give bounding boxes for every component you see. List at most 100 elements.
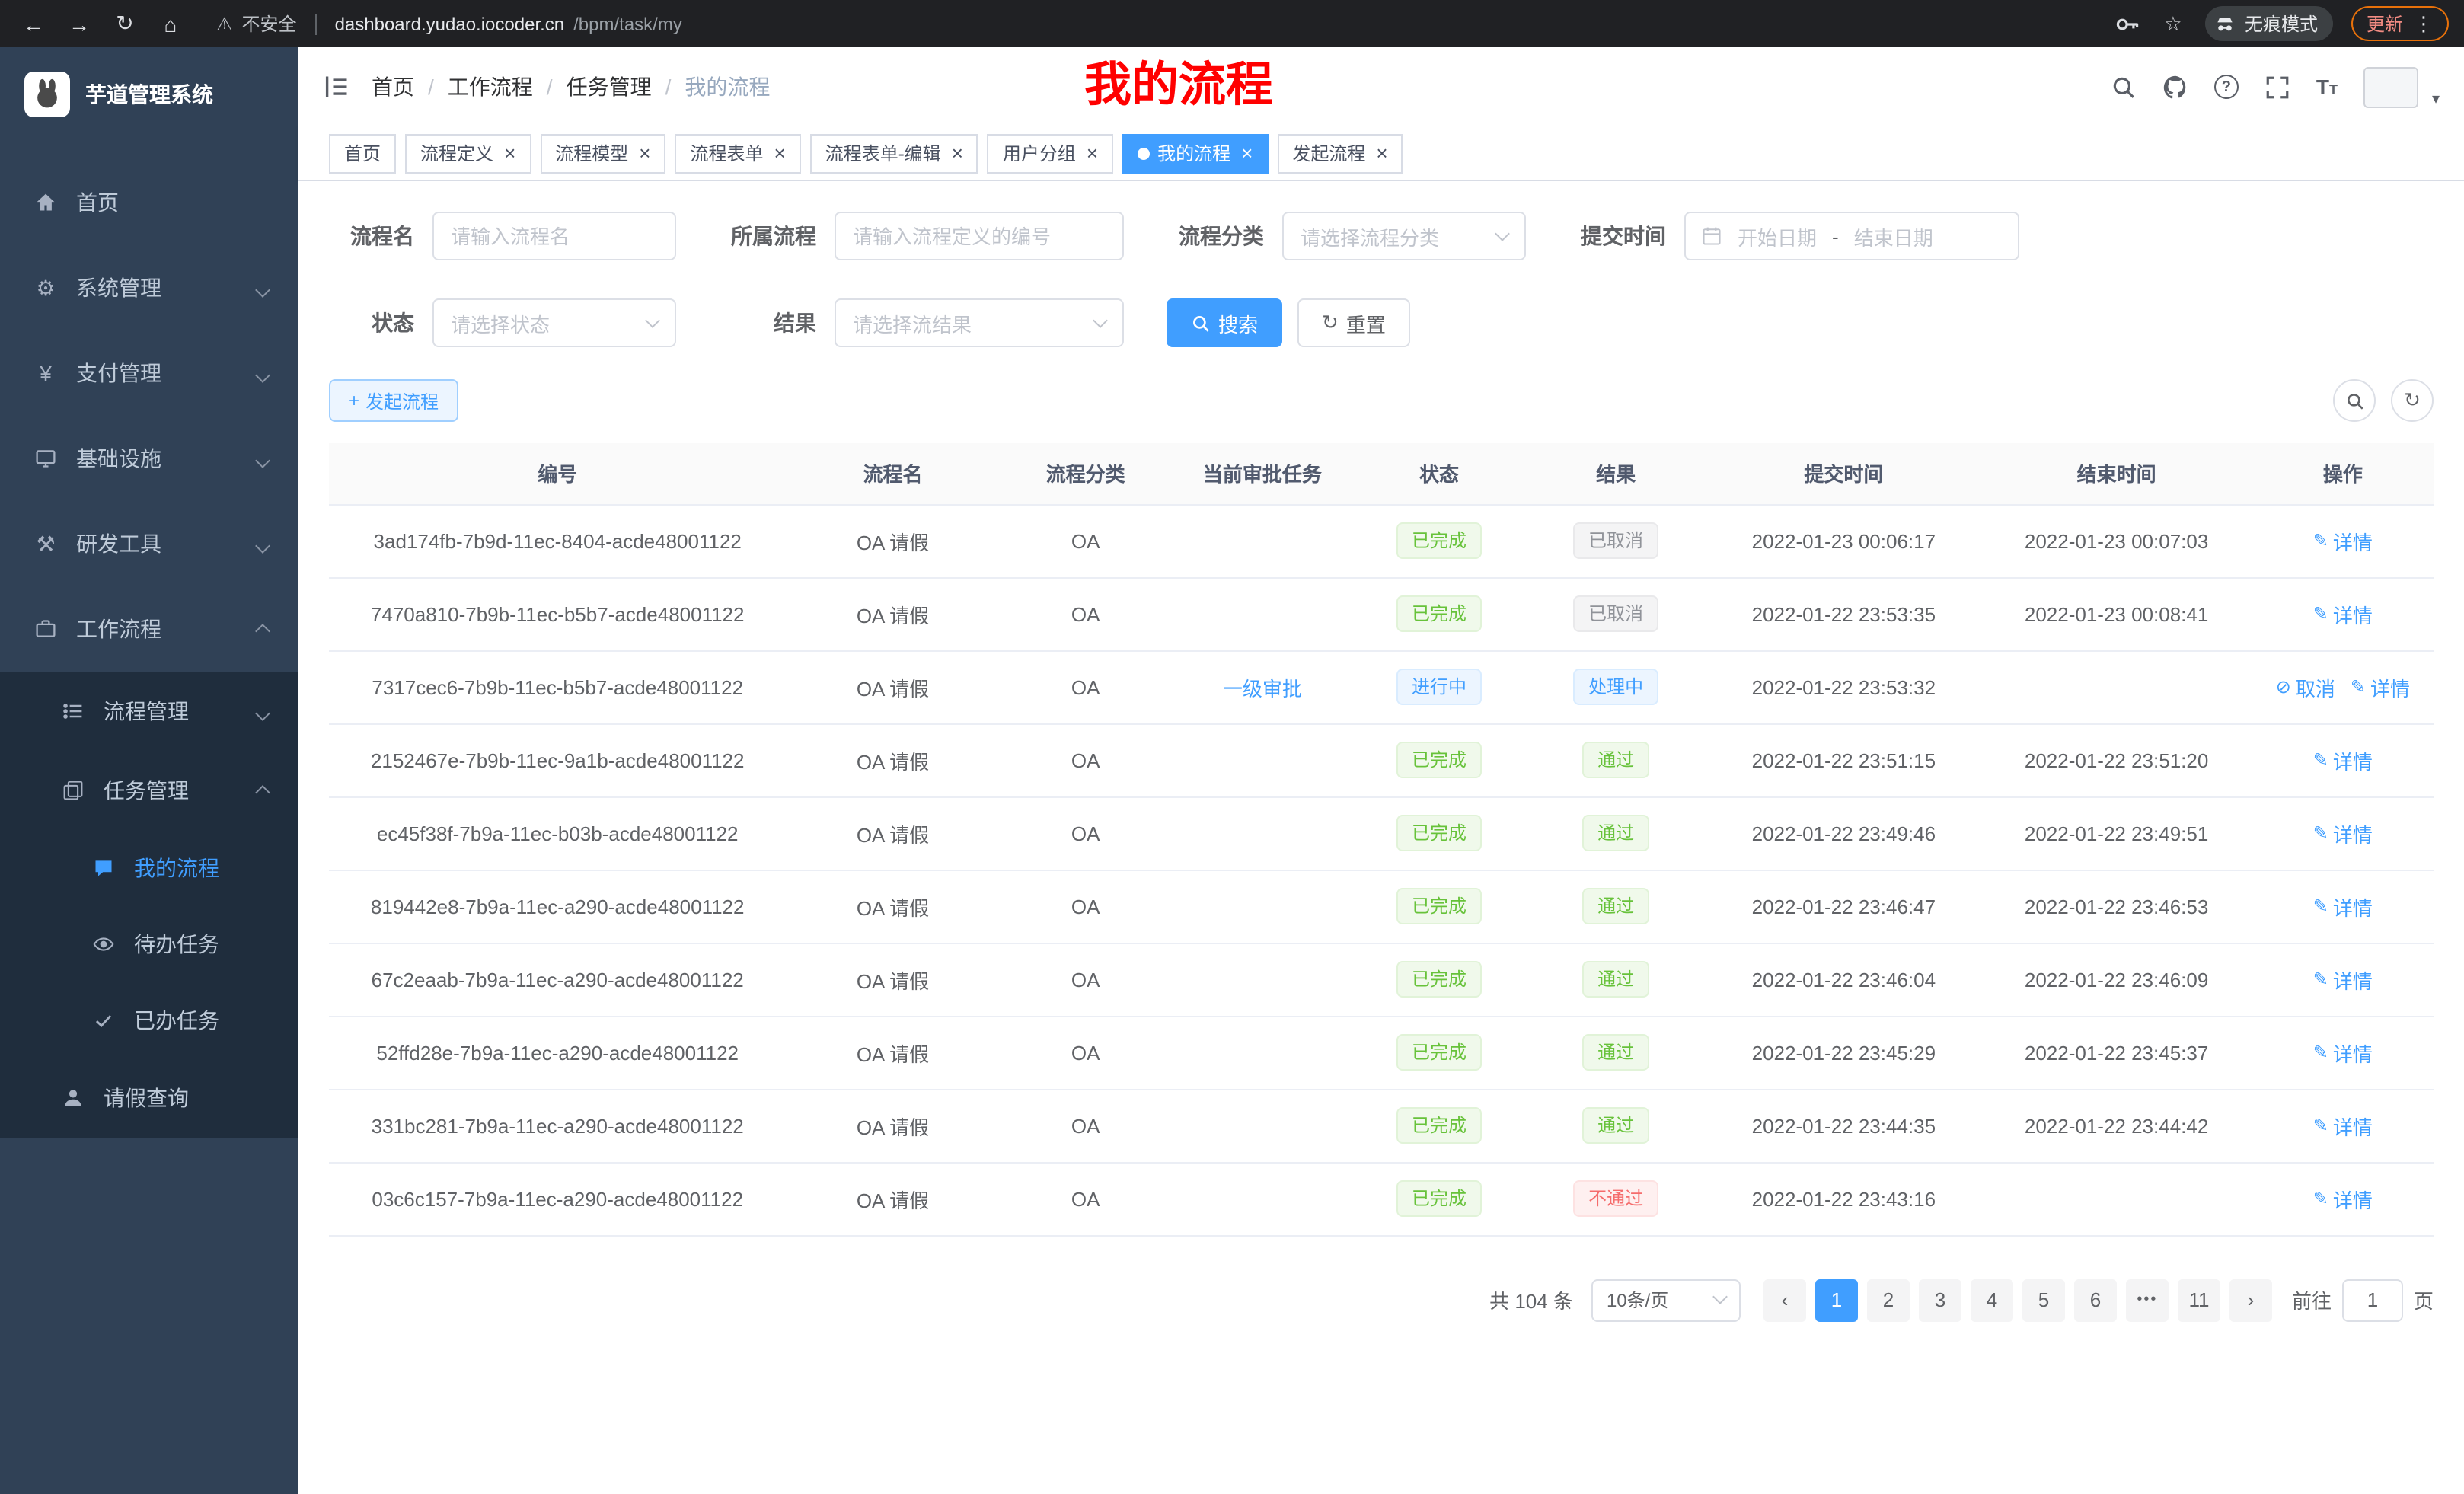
refresh-table-button[interactable]: ↻	[2391, 379, 2434, 422]
status-select[interactable]: 请选择状态	[432, 298, 676, 347]
reload-icon[interactable]: ↻	[107, 5, 143, 42]
detail-action-link[interactable]: ✎详情	[2343, 672, 2418, 701]
tab-process-form[interactable]: 流程表单×	[675, 133, 800, 173]
detail-action-link[interactable]: ✎详情	[2306, 965, 2380, 994]
tab-close-icon[interactable]: ×	[1238, 143, 1253, 163]
tab-label: 我的流程	[1157, 140, 1230, 166]
tab-close-icon[interactable]: ×	[949, 143, 963, 163]
tab-close-icon[interactable]: ×	[636, 143, 650, 163]
fullscreen-icon[interactable]	[2265, 74, 2290, 100]
pager-page-5[interactable]: 5	[2022, 1279, 2065, 1321]
sidebar-item-process-management[interactable]: 流程管理	[0, 672, 298, 751]
cell-category: OA	[1000, 1162, 1172, 1235]
github-icon[interactable]	[2162, 74, 2188, 100]
tab-start-process[interactable]: 发起流程×	[1277, 133, 1403, 173]
pager-page-3[interactable]: 3	[1919, 1279, 1961, 1321]
breadcrumb-home[interactable]: 首页	[372, 72, 414, 102]
sidebar-item-my-process[interactable]: 我的流程	[0, 830, 298, 906]
pager-more[interactable]: •••	[2126, 1279, 2169, 1321]
cell-current-task	[1172, 1016, 1353, 1089]
search-button[interactable]: 搜索	[1167, 298, 1282, 347]
submit-time-range-picker[interactable]: 开始日期 - 结束日期	[1684, 212, 2019, 260]
tab-my-process[interactable]: 我的流程 ×	[1122, 133, 1268, 173]
reset-button[interactable]: ↻ 重置	[1297, 298, 1410, 347]
browser-update-button[interactable]: 更新 ⋮	[2351, 6, 2449, 41]
collapse-sidebar-icon[interactable]	[323, 73, 350, 101]
help-icon[interactable]: ?	[2214, 75, 2239, 99]
tab-close-icon[interactable]: ×	[501, 143, 515, 163]
cell-process-id: 67c2eaab-7b9a-11ec-a290-acde48001122	[329, 943, 786, 1016]
pager-page-1[interactable]: 1	[1815, 1279, 1858, 1321]
pager-page-4[interactable]: 4	[1971, 1279, 2013, 1321]
sidebar-item-infrastructure[interactable]: 基础设施	[0, 416, 298, 501]
forward-icon[interactable]: →	[61, 5, 97, 42]
process-name-input[interactable]	[432, 212, 676, 260]
search-icon[interactable]	[2111, 74, 2137, 100]
detail-action-link[interactable]: ✎详情	[2306, 1111, 2380, 1140]
category-select[interactable]: 请选择流程分类	[1282, 212, 1526, 260]
chevron-down-icon	[257, 361, 268, 385]
cell-submit-time: 2022-01-22 23:43:16	[1706, 1162, 1980, 1235]
parent-process-input[interactable]	[835, 212, 1124, 260]
sidebar-item-done-tasks[interactable]: 已办任务	[0, 982, 298, 1058]
detail-action-link[interactable]: ✎详情	[2306, 819, 2380, 848]
browser-menu-icon[interactable]: ⋮	[2414, 11, 2434, 36]
pager-page-2[interactable]: 2	[1867, 1279, 1910, 1321]
pager-page-11[interactable]: 11	[2178, 1279, 2220, 1321]
sidebar-item-dev-tools[interactable]: ⚒ 研发工具	[0, 501, 298, 586]
create-process-button[interactable]: + 发起流程	[329, 379, 458, 422]
start-date-placeholder: 开始日期	[1738, 222, 1817, 251]
tab-user-group[interactable]: 用户分组×	[988, 133, 1113, 173]
annotation-title: 我的流程	[1084, 56, 1273, 113]
status-badge: 已完成	[1396, 742, 1482, 778]
browser-home-icon[interactable]: ⌂	[152, 5, 189, 42]
sidebar-item-task-management[interactable]: 任务管理	[0, 751, 298, 830]
detail-action-link[interactable]: ✎详情	[2306, 526, 2380, 555]
cell-result: 已取消	[1525, 577, 1706, 650]
sidebar-item-system-management[interactable]: ⚙ 系统管理	[0, 245, 298, 330]
pager-prev[interactable]: ‹	[1763, 1279, 1806, 1321]
back-icon[interactable]: ←	[15, 5, 52, 42]
tab-close-icon[interactable]: ×	[1373, 143, 1387, 163]
cell-end-time	[1980, 650, 2252, 723]
tab-home[interactable]: 首页	[329, 133, 396, 173]
sidebar-item-workflow[interactable]: 工作流程	[0, 586, 298, 672]
submit-time-label: 提交时间	[1569, 221, 1666, 251]
edit-icon: ✎	[2313, 969, 2328, 990]
tab-process-model[interactable]: 流程模型×	[540, 133, 665, 173]
cell-current-task	[1172, 504, 1353, 577]
detail-action-link[interactable]: ✎详情	[2306, 892, 2380, 921]
font-size-icon[interactable]: TT	[2316, 75, 2338, 99]
detail-action-link[interactable]: ✎详情	[2306, 1184, 2380, 1213]
pager-page-6[interactable]: 6	[2074, 1279, 2117, 1321]
current-task-link[interactable]: 一级审批	[1215, 672, 1310, 701]
breadcrumb-workflow[interactable]: 工作流程	[448, 72, 533, 102]
tab-process-definition[interactable]: 流程定义×	[405, 133, 531, 173]
sidebar-item-todo-tasks[interactable]: 待办任务	[0, 906, 298, 982]
status-badge: 已取消	[1573, 522, 1658, 559]
sidebar-item-leave-query[interactable]: 请假查询	[0, 1058, 298, 1138]
toggle-search-button[interactable]	[2333, 379, 2376, 422]
address-bar[interactable]: ⚠ 不安全 dashboard.yudao.iocoder.cn/bpm/tas…	[216, 11, 2114, 37]
cancel-action-link[interactable]: ⊘取消	[2268, 672, 2343, 701]
tab-close-icon[interactable]: ×	[1084, 143, 1098, 163]
avatar-caret-icon[interactable]: ▾	[2432, 91, 2440, 107]
breadcrumb-task-management[interactable]: 任务管理	[567, 72, 652, 102]
detail-action-link[interactable]: ✎详情	[2306, 745, 2380, 774]
bookmark-star-icon[interactable]: ☆	[2159, 10, 2187, 37]
cell-result: 已取消	[1525, 504, 1706, 577]
page-size-select[interactable]: 10条/页	[1591, 1279, 1741, 1321]
done-check-icon	[91, 1010, 116, 1031]
password-key-icon[interactable]	[2114, 10, 2141, 37]
sidebar-item-home[interactable]: 首页	[0, 160, 298, 245]
detail-action-link[interactable]: ✎详情	[2306, 1038, 2380, 1067]
user-avatar[interactable]	[2363, 66, 2418, 107]
yen-icon: ¥	[34, 361, 58, 385]
sidebar-item-payment-management[interactable]: ¥ 支付管理	[0, 330, 298, 416]
detail-action-link[interactable]: ✎详情	[2306, 599, 2380, 628]
tab-process-form-edit[interactable]: 流程表单-编辑×	[810, 133, 978, 173]
result-select[interactable]: 请选择流结果	[835, 298, 1124, 347]
goto-page-input[interactable]	[2342, 1279, 2403, 1321]
pager-next[interactable]: ›	[2229, 1279, 2272, 1321]
tab-close-icon[interactable]: ×	[771, 143, 786, 163]
